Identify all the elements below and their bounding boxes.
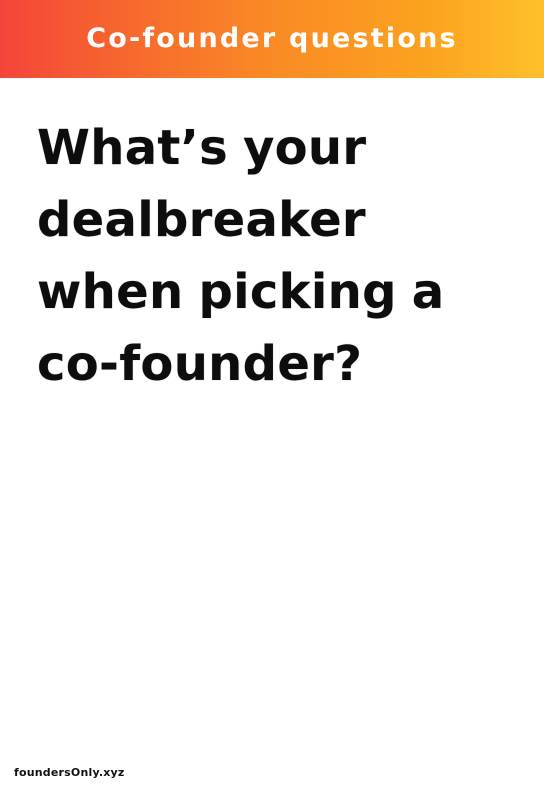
header-title: Co-founder questions	[86, 22, 458, 54]
header-banner: Co-founder questions	[0, 0, 544, 78]
footer-brand: foundersOnly.xyz	[14, 766, 125, 779]
question-text: What’s your dealbreaker when picking a c…	[37, 120, 445, 392]
